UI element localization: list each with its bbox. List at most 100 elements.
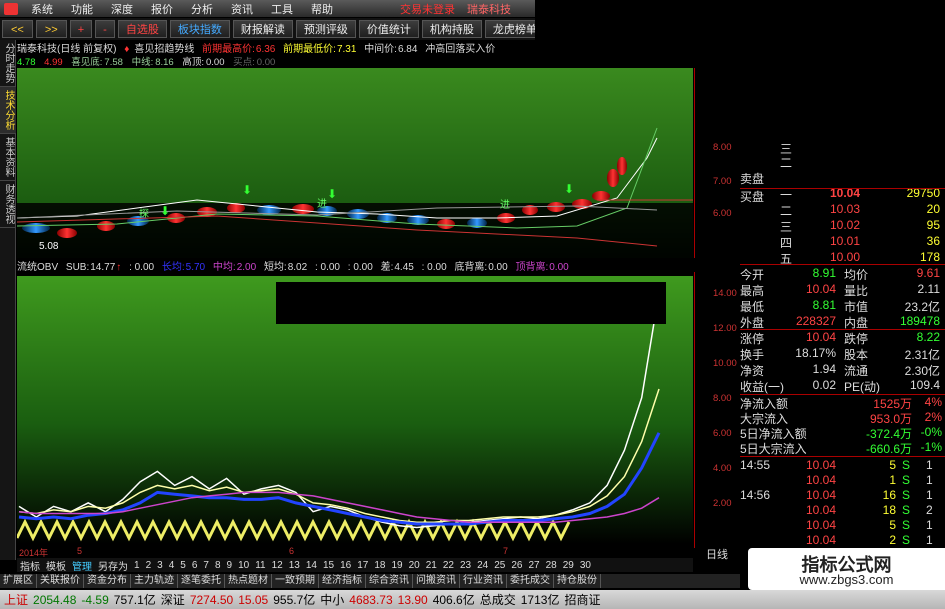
top-value: 0.00 (549, 262, 569, 273)
period-button[interactable]: 24 (474, 560, 491, 571)
period-button[interactable]: 25 (491, 560, 508, 571)
period-button[interactable]: 11 (252, 560, 268, 571)
remove-button[interactable]: - (95, 20, 115, 38)
quote-row: 换手 18.17% 股本 2.31亿 (740, 346, 945, 362)
tab-indicator[interactable]: 指标 (17, 558, 43, 573)
period-button[interactable]: 17 (354, 560, 371, 571)
value-stats-button[interactable]: 价值统计 (358, 20, 419, 38)
period-button[interactable]: 22 (440, 560, 457, 571)
sz-index-label[interactable]: 深证 (161, 591, 185, 608)
v1-value: : 0.00 (129, 262, 155, 273)
period-button[interactable]: 29 (560, 560, 577, 571)
menu-item-help[interactable]: 帮助 (302, 1, 342, 17)
bottom-tab[interactable]: 问搬资讯 (413, 574, 460, 588)
quote-row: 收益(一) 0.02 PE(动) 109.4 (740, 378, 945, 394)
watermark-url: www.zbgs3.com (799, 572, 894, 587)
period-button[interactable]: 12 (269, 560, 286, 571)
green-arrow-icon: ⬇ (160, 204, 170, 218)
tick-time: 14:55 (740, 458, 771, 472)
period-button[interactable]: 13 (286, 560, 303, 571)
period-button[interactable]: 8 (212, 560, 224, 571)
sh-index-label[interactable]: 上证 (4, 591, 28, 608)
period-button[interactable]: 15 (320, 560, 337, 571)
quote-row: 10.04 2 S 1 (740, 533, 945, 549)
period-button[interactable]: 28 (543, 560, 560, 571)
period-button[interactable]: 6 (189, 560, 201, 571)
period-button[interactable]: 7 (200, 560, 212, 571)
menu-item-system[interactable]: 系统 (22, 1, 62, 17)
bottom-tab[interactable]: 关联报价 (37, 574, 84, 588)
quote-row: 二 (740, 154, 945, 170)
stat-value: 10.04 (805, 330, 836, 344)
tick-time: 14:56 (740, 488, 771, 502)
report-button[interactable]: 财报解读 (232, 20, 293, 38)
bottom-tab[interactable]: 扩展区 (0, 574, 37, 588)
institution-button[interactable]: 机构持股 (421, 20, 482, 38)
ma-value-1: 4.78 (17, 57, 36, 68)
menu-item-function[interactable]: 功能 (62, 1, 102, 17)
period-button[interactable]: 16 (337, 560, 354, 571)
stat-value: 189478 (899, 314, 940, 328)
period-button[interactable]: 30 (577, 560, 594, 571)
period-button[interactable]: 3 (154, 560, 166, 571)
tab-template[interactable]: 模板 (43, 558, 69, 573)
period-button[interactable]: 18 (371, 560, 388, 571)
add-button[interactable]: + (69, 20, 93, 38)
period-button[interactable]: 4 (166, 560, 178, 571)
bottom-tab[interactable]: 委托成交 (507, 574, 554, 588)
period-button[interactable]: 26 (508, 560, 525, 571)
tab-financials[interactable]: 财务透视 (0, 181, 16, 228)
tab-timeshare[interactable]: 分时走势 (0, 40, 16, 87)
broker-label[interactable]: 招商证 (564, 591, 600, 608)
bottom-tab[interactable]: 持仓股份 (554, 574, 601, 588)
bottom-tab[interactable]: 主力轨迹 (131, 574, 178, 588)
period-button[interactable]: 5 (177, 560, 189, 571)
candle (547, 202, 565, 212)
tab-manage[interactable]: 管理 (69, 558, 95, 573)
tab-fundamentals[interactable]: 基本资料 (0, 134, 16, 181)
period-button[interactable]: 27 (525, 560, 542, 571)
period-button[interactable]: 23 (457, 560, 474, 571)
buy-level: 三 (780, 220, 793, 234)
candle (607, 169, 619, 187)
kline-chart[interactable]: 5.08 探 进 进 ⬇ ⬇ ⬇ ⬇ (17, 68, 693, 258)
bottom-tab[interactable]: 综合资讯 (366, 574, 413, 588)
bottom-tab[interactable]: 热点题材 (225, 574, 272, 588)
bottom-tab[interactable]: 一致预期 (272, 574, 319, 588)
quote-row: 三 10.02 95 (740, 218, 945, 234)
period-button[interactable]: 21 (423, 560, 440, 571)
prev-button[interactable]: << (2, 20, 33, 38)
next-button[interactable]: >> (35, 20, 67, 38)
bottom-tab[interactable]: 经济指标 (319, 574, 366, 588)
sector-index-button[interactable]: 板块指数 (169, 20, 230, 38)
indicator-name[interactable]: 流统OBV (17, 262, 58, 273)
menu-item-tools[interactable]: 工具 (262, 1, 302, 17)
watchlist-button[interactable]: 自选股 (117, 20, 167, 38)
period-button[interactable]: 2 (143, 560, 155, 571)
bottom-tab[interactable]: 逐笔委托 (178, 574, 225, 588)
date-tick: 6 (289, 546, 295, 556)
stat-value: 1.94 (812, 362, 836, 376)
period-button[interactable]: 20 (406, 560, 423, 571)
bottom-tab[interactable]: 行业资讯 (460, 574, 507, 588)
stat-label: 股本 (844, 348, 869, 362)
period-day-label[interactable]: 日线 (694, 546, 740, 561)
low-price-annotation: 5.08 (39, 241, 59, 252)
period-button[interactable]: 1 (131, 560, 143, 571)
period-button[interactable]: 9 (224, 560, 236, 571)
login-warning[interactable]: 交易未登录 (392, 1, 463, 17)
zx-index-label[interactable]: 中小 (320, 591, 344, 608)
menu-item-analysis[interactable]: 分析 (182, 1, 222, 17)
period-button[interactable]: 10 (235, 560, 252, 571)
bottom-tab[interactable]: 资金分布 (84, 574, 131, 588)
period-button[interactable]: 19 (388, 560, 405, 571)
tab-technical[interactable]: 技术分析 (0, 87, 16, 134)
menu-item-quote[interactable]: 报价 (142, 1, 182, 17)
top-label: 顶背离: (515, 262, 549, 273)
period-button[interactable]: 14 (303, 560, 320, 571)
total-label: 总成交 (479, 593, 516, 607)
rating-button[interactable]: 预测评级 (295, 20, 356, 38)
menu-item-depth[interactable]: 深度 (102, 1, 142, 17)
tab-save-as[interactable]: 另存为 (95, 558, 131, 573)
menu-item-news[interactable]: 资讯 (222, 1, 262, 17)
